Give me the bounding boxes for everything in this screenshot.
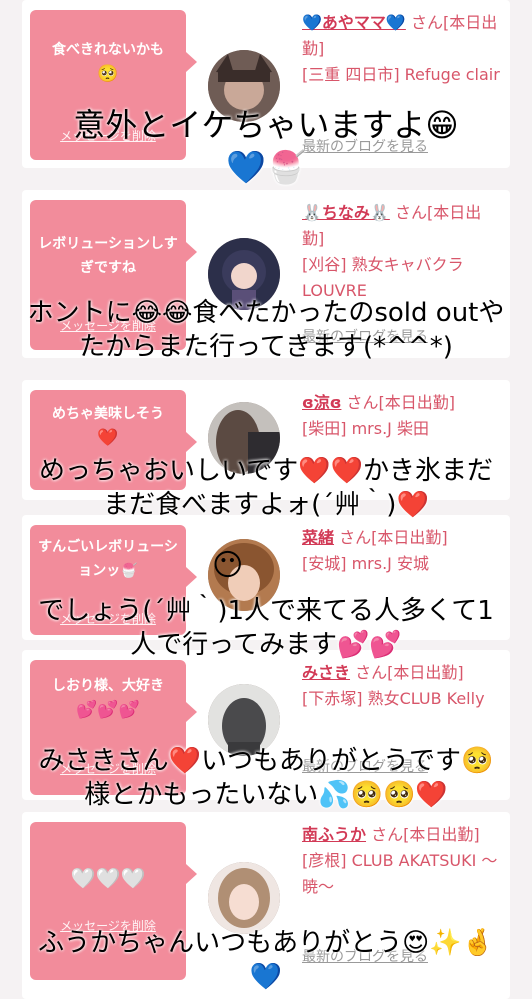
cast-info: みさき さん[本日出勤] [下赤塚] 熟女CLUB Kelly [302, 660, 502, 712]
shop-info: [安城] mrs.J 安城 [302, 554, 429, 573]
comment-line: まだ食べますよォ(´艸｀)❤️ [103, 490, 429, 520]
comment-line: めっちゃおいしいです❤️❤️かき氷まだ [39, 456, 493, 486]
cast-name-link[interactable]: みさき [302, 663, 350, 682]
message-text: 🤍🤍🤍 [70, 866, 146, 890]
message-text: 食べきれないかも [52, 42, 164, 58]
shop-info: [柴田] mrs.J 柴田 [302, 419, 429, 438]
work-status: さん[本日出勤] [346, 393, 456, 412]
comment-line: 様とかもったいない💦🥺🥺❤️ [84, 780, 448, 810]
overlay-comment: めっちゃおいしいです❤️❤️かき氷まだ まだ食べますよォ(´艸｀)❤️ [0, 454, 532, 522]
face-emoji-overlay: 😶 [212, 548, 244, 583]
cast-info: ɞ涼ɞ さん[本日出勤] [柴田] mrs.J 柴田 [302, 390, 502, 442]
message-emoji: 💕💕💕 [76, 700, 140, 720]
cast-info: 菜緒 さん[本日出勤] [安城] mrs.J 安城 [302, 525, 502, 577]
cast-name-link[interactable]: 南ふうか [302, 825, 366, 844]
overlay-comment: でしょう(´艸｀)1人で来てる人多くて1 人で行ってみます💕💕 [0, 594, 532, 662]
comment-line: でしょう(´艸｀)1人で来てる人多くて1 [38, 596, 494, 626]
comment-line: みさきさん❤️いつもありがとうです🥺 [38, 746, 494, 776]
message-text: めちゃ美味しそう [52, 406, 164, 422]
message-list-page: 食べきれないかも 🥺 メッセージを削除 💙あやママ💙 さん[本日出勤] [三重 … [0, 0, 532, 999]
cast-info: 🐰ちなみ🐰 さん[本日出勤] [刈谷] 熟女キャバクラ LOUVRE [302, 200, 502, 304]
work-status: さん[本日出勤] [355, 663, 464, 682]
overlay-comment: みさきさん❤️いつもありがとうです🥺 様とかもったいない💦🥺🥺❤️ [0, 744, 532, 812]
shop-info: [彦根] CLUB AKATSUKI 〜暁〜 [302, 851, 498, 896]
cast-info: 南ふうか さん[本日出勤] [彦根] CLUB AKATSUKI 〜暁〜 [302, 822, 502, 900]
cast-name-link[interactable]: 💙あやママ💙 [302, 13, 406, 32]
comment-line: 💙 [249, 962, 283, 992]
message-emoji: 🥺 [97, 64, 119, 84]
comment-line: たからまた行ってきます(*^^*) [79, 332, 453, 362]
comment-line: 人で行ってみます💕💕 [130, 630, 402, 660]
comment-line: ふうかちゃんいつもありがとう😍✨🤞 [38, 928, 494, 958]
overlay-comment: ふうかちゃんいつもありがとう😍✨🤞 💙 [0, 926, 532, 994]
overlay-comment: ホントに😂😂食べたかったのsold outや たからまた行ってきます(*^^*) [0, 296, 532, 364]
message-emoji: ❤️ [97, 428, 119, 448]
shop-info: [下赤塚] 熟女CLUB Kelly [302, 689, 485, 708]
message-text: レボリューションしすぎですね [38, 236, 178, 276]
work-status: さん[本日出勤] [339, 528, 448, 547]
woman-light-hair-avatar[interactable] [208, 862, 280, 934]
message-text: すんごいレボリューションッ🍧 [38, 539, 178, 579]
overlay-comment: 意外とイケちゃいますよ😁 💙🍧 [0, 104, 532, 188]
work-status: さん[本日出勤] [371, 825, 480, 844]
message-text: しおり様、大好き [52, 678, 164, 694]
cast-info: 💙あやママ💙 さん[本日出勤] [三重 四日市] Refuge clair [302, 10, 502, 88]
comment-line: 意外とイケちゃいますよ😁 [73, 106, 459, 144]
comment-line: 💙🍧 [226, 148, 306, 186]
cast-name-link[interactable]: ɞ涼ɞ [302, 393, 341, 412]
shop-info: [三重 四日市] Refuge clair [302, 65, 500, 84]
cast-name-link[interactable]: 🐰ちなみ🐰 [302, 203, 390, 222]
cast-name-link[interactable]: 菜緒 [302, 528, 334, 547]
comment-line: ホントに😂😂食べたかったのsold outや [27, 298, 505, 328]
